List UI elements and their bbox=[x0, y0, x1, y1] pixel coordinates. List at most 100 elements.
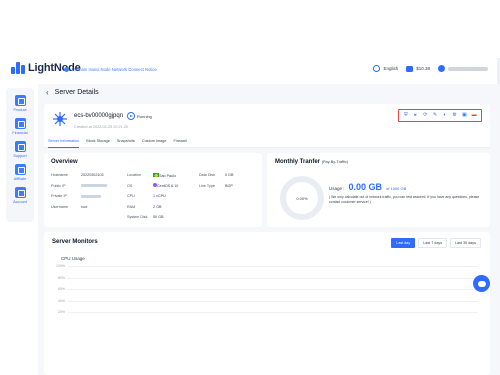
transfer-percent: 0.00% bbox=[296, 195, 308, 201]
overview-card: Overview Hostname 20220302103 Location S… bbox=[44, 153, 262, 227]
system-disk-value: 50 GB bbox=[153, 215, 164, 220]
page-header: ‹ Server Details bbox=[46, 88, 99, 97]
announcement-text: Vietnam Hanoi Node Network Connect Notic… bbox=[72, 67, 157, 72]
status-badge: Running bbox=[137, 114, 152, 119]
gridline bbox=[68, 277, 478, 279]
field-label: System Disk bbox=[127, 215, 148, 220]
sidebar-item-account[interactable]: Account bbox=[8, 184, 32, 204]
private-ip-value bbox=[81, 194, 127, 198]
brazil-flag-icon bbox=[153, 172, 159, 177]
server-name: ecs-bv00000gjpqn bbox=[74, 113, 124, 119]
usage-value: 0.00 GB bbox=[348, 182, 383, 192]
transfer-title-text: Monthly Tranfer bbox=[275, 159, 321, 165]
overview-title: Overview bbox=[51, 159, 78, 165]
field-label: Line Type bbox=[199, 183, 215, 188]
range-last-30-days[interactable]: Last 30 days bbox=[450, 238, 481, 248]
data-disk-value: 0 GB bbox=[225, 173, 234, 178]
support-icon bbox=[14, 141, 26, 152]
tab-server-information[interactable]: Server Information bbox=[48, 138, 80, 148]
financial-icon bbox=[14, 118, 26, 129]
transfer-donut: 0.00% bbox=[280, 176, 324, 220]
server-snowflake-icon bbox=[53, 112, 67, 126]
gridline bbox=[68, 312, 478, 313]
settings-icon[interactable]: ⚙ bbox=[451, 112, 458, 119]
sidebar-item-financial[interactable]: Financial bbox=[8, 115, 32, 135]
sidebar-item-product[interactable]: Product bbox=[8, 92, 32, 112]
tab-snapshots[interactable]: Snapshots bbox=[117, 138, 135, 147]
reinstall-icon[interactable]: ◐ bbox=[441, 112, 448, 119]
transfer-subtitle: (Pay-By-Traffic) bbox=[321, 160, 349, 164]
public-ip-value bbox=[81, 184, 127, 188]
sidebar-item-affiliate[interactable]: Affiliate bbox=[8, 161, 32, 181]
os-text: CentOS 6.10 bbox=[157, 184, 179, 189]
sidebar-item-label: Support bbox=[13, 154, 27, 158]
server-tabs: Server Information Block Storage Snapsho… bbox=[44, 138, 490, 148]
sidebar-item-support[interactable]: Support bbox=[8, 138, 32, 158]
cpu-usage-chart: 100% 80% 60% 40% 20% bbox=[56, 264, 478, 375]
vnc-icon[interactable]: ⛨ bbox=[402, 112, 409, 119]
server-summary-card: ecs-bv00000gjpqn Running Created at 2022… bbox=[44, 104, 490, 148]
range-last-7-days[interactable]: Last 7 days bbox=[418, 238, 448, 248]
field-label: Username bbox=[51, 204, 69, 209]
transfer-title: Monthly Tranfer (Pay-By-Traffic) bbox=[275, 159, 348, 165]
usage-label: Usage : bbox=[329, 186, 345, 191]
field-label: CPU bbox=[127, 194, 135, 199]
location-value: Sao Paulo bbox=[153, 172, 199, 178]
chat-support-button[interactable] bbox=[473, 275, 490, 292]
lock-icon[interactable]: ▣ bbox=[461, 112, 468, 119]
cpu-usage-label: CPU Usage bbox=[61, 256, 85, 261]
wallet-icon bbox=[406, 65, 414, 72]
sidebar-item-label: Financial bbox=[12, 131, 28, 135]
balance-value: $10.38 bbox=[416, 66, 430, 71]
field-label: Private IP bbox=[51, 194, 67, 199]
announcement-icon bbox=[64, 67, 69, 72]
sidebar-item-label: Product bbox=[13, 108, 27, 112]
delete-icon[interactable]: ▬ bbox=[471, 112, 478, 119]
sidebar: Product Financial Support Affiliate Acco… bbox=[6, 88, 34, 222]
field-label: Data Disk bbox=[199, 173, 215, 178]
globe-icon bbox=[373, 65, 381, 72]
server-action-toolbar: ⛨ ▸ ⟳ ✎ ◐ ⚙ ▣ ▬ bbox=[398, 109, 482, 122]
tab-firewall[interactable]: Firewall bbox=[174, 138, 187, 147]
language-selector[interactable]: English bbox=[373, 65, 398, 72]
range-selector: Last day Last 7 days Last 30 days bbox=[391, 238, 481, 248]
user-email-redacted bbox=[448, 66, 488, 71]
ram-value: 2 GB bbox=[153, 204, 162, 209]
page-title: Server Details bbox=[54, 89, 99, 96]
os-value: CentOS 6.10 bbox=[153, 183, 199, 188]
usage-summary: Usage : 0.00 GB of 1000 GB bbox=[329, 182, 406, 192]
tick-label: 20% bbox=[57, 310, 65, 314]
hostname-value: 20220302103 bbox=[81, 173, 104, 178]
tick-label: 80% bbox=[57, 275, 65, 280]
language-label: English bbox=[383, 66, 399, 71]
announcement[interactable]: Vietnam Hanoi Node Network Connect Notic… bbox=[64, 67, 157, 72]
range-last-day[interactable]: Last day bbox=[391, 238, 416, 248]
monitors-title: Server Monitors bbox=[52, 239, 98, 245]
tick-label: 100% bbox=[56, 264, 65, 268]
user-menu[interactable] bbox=[438, 65, 488, 72]
restart-icon[interactable]: ⟳ bbox=[422, 112, 429, 119]
balance[interactable]: $10.38 bbox=[406, 65, 430, 72]
edit-icon[interactable]: ✎ bbox=[432, 112, 439, 119]
gridline bbox=[68, 289, 478, 290]
tick-label: 40% bbox=[57, 298, 65, 303]
product-icon bbox=[14, 95, 26, 106]
server-monitors-card: Server Monitors Last day Last 7 days Las… bbox=[44, 232, 490, 375]
gridline bbox=[68, 300, 478, 302]
field-label: OS bbox=[127, 183, 133, 188]
table-row: Hostname 20220302103 Location Sao Paulo … bbox=[51, 170, 257, 181]
table-row: System Disk 50 GB bbox=[51, 212, 257, 223]
table-row: Private IP CPU 1 vCPU bbox=[51, 191, 257, 202]
line-type-value: BGP bbox=[225, 183, 233, 188]
table-row: Public IP OS CentOS 6.10 Line Type BGP bbox=[51, 181, 257, 192]
sidebar-item-label: Affiliate bbox=[13, 177, 27, 181]
tab-custom-image[interactable]: Custom Image bbox=[142, 138, 167, 147]
tab-block-storage[interactable]: Block Storage bbox=[86, 138, 110, 147]
gridline bbox=[68, 266, 478, 267]
start-icon[interactable]: ▸ bbox=[412, 112, 419, 119]
header-actions: English $10.38 bbox=[373, 65, 488, 72]
back-arrow-icon[interactable]: ‹ bbox=[46, 88, 49, 97]
cpu-value: 1 vCPU bbox=[153, 194, 166, 199]
account-icon bbox=[14, 187, 26, 198]
overview-table: Hostname 20220302103 Location Sao Paulo … bbox=[51, 170, 257, 223]
